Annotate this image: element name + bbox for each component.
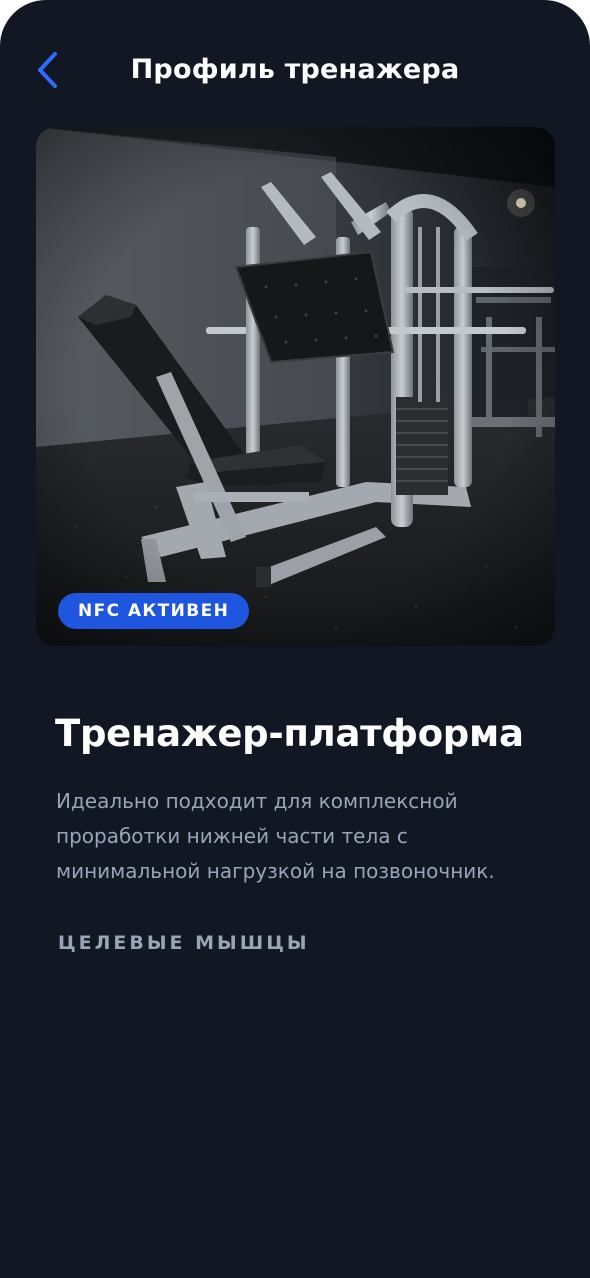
nfc-status-badge: NFC АКТИВЕН (58, 593, 250, 629)
screen: Профиль тренажера NFC АКТИВЕН Тренажер-п… (0, 0, 590, 1278)
target-muscles-heading: ЦЕЛЕВЫЕ МЫШЦЫ (58, 932, 310, 954)
top-bar: Профиль тренажера (0, 36, 590, 108)
machine-description: Идеально подходит для комплексной прораб… (56, 789, 495, 883)
machine-photo: NFC АКТИВЕН (36, 127, 555, 646)
machine-photo-image (36, 127, 555, 646)
machine-title: Тренажер-платформа (55, 712, 524, 755)
page-title: Профиль тренажера (130, 54, 460, 85)
